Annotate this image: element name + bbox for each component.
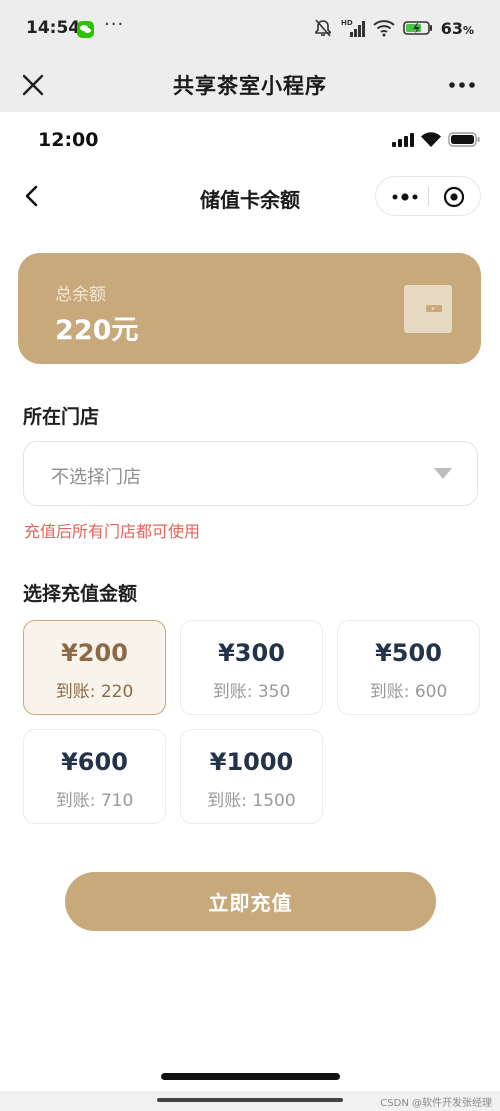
amount-section-title: 选择充值金额 xyxy=(23,583,138,605)
amount-price: ¥500 xyxy=(375,639,442,667)
battery-icon xyxy=(448,132,480,147)
battery-percent: 63% xyxy=(440,18,474,38)
recharge-button[interactable]: 立即充值 xyxy=(65,872,436,931)
wifi-icon xyxy=(421,132,441,147)
amount-credit: 到账: 600 xyxy=(369,682,448,702)
amount-option[interactable]: ¥500 到账: 600 xyxy=(337,620,480,715)
amount-option[interactable]: ¥300 到账: 350 xyxy=(180,620,323,715)
store-select-value: 不选择门店 xyxy=(51,467,141,488)
store-hint: 充值后所有门店都可使用 xyxy=(24,522,201,541)
wechat-icon xyxy=(77,21,94,38)
capsule-divider xyxy=(428,187,429,206)
store-select[interactable]: 不选择门店 xyxy=(23,441,478,506)
balance-card: 总余额 220元 xyxy=(18,253,481,364)
amount-option[interactable]: ¥200 到账: 220 xyxy=(23,620,166,715)
inner-time: 12:00 xyxy=(38,129,99,151)
system-status-bar: 14:54 ··· HD 63% xyxy=(0,0,500,58)
svg-text:HD: HD xyxy=(341,19,353,27)
home-indicator xyxy=(161,1073,340,1080)
amount-option[interactable]: ¥600 到账: 710 xyxy=(23,729,166,824)
amount-credit: 到账: 350 xyxy=(212,682,291,702)
page-nav-bar: 储值卡余额 xyxy=(0,170,500,224)
battery-charging-icon xyxy=(402,21,432,35)
amount-price: ¥600 xyxy=(61,748,128,776)
system-time: 14:54 xyxy=(26,18,81,38)
caret-down-icon xyxy=(434,468,452,479)
wallet-icon xyxy=(404,285,452,333)
notification-more-icon: ··· xyxy=(104,14,125,35)
more-icon[interactable] xyxy=(446,70,478,100)
cellular-signal-icon xyxy=(392,132,414,147)
wifi-icon xyxy=(373,20,395,37)
amount-option[interactable]: ¥1000 到账: 1500 xyxy=(180,729,323,824)
amount-price: ¥300 xyxy=(218,639,285,667)
balance-label: 总余额 xyxy=(55,285,106,305)
menu-dots-icon[interactable] xyxy=(390,186,420,208)
hd-signal-icon: HD xyxy=(341,19,365,37)
mute-bell-icon xyxy=(314,19,331,37)
amount-credit: 到账: 1500 xyxy=(207,791,296,811)
host-title: 共享茶室小程序 xyxy=(173,74,327,98)
host-title-bar: 共享茶室小程序 xyxy=(0,58,500,112)
amount-credit: 到账: 710 xyxy=(55,791,134,811)
system-indicators: HD 63% xyxy=(313,18,474,38)
circle-target-icon[interactable] xyxy=(442,185,466,209)
amount-price: ¥1000 xyxy=(209,748,294,776)
inner-indicators xyxy=(392,132,480,147)
inner-status-bar: 12:00 xyxy=(0,112,500,166)
watermark: CSDN @软件开发张经理 xyxy=(380,1098,492,1109)
amount-price: ¥200 xyxy=(61,639,128,667)
amount-credit: 到账: 220 xyxy=(55,682,134,702)
store-section-title: 所在门店 xyxy=(23,406,100,428)
mini-program-capsule xyxy=(375,176,481,216)
balance-amount: 220元 xyxy=(55,315,139,346)
system-gesture-bar[interactable] xyxy=(157,1098,343,1102)
